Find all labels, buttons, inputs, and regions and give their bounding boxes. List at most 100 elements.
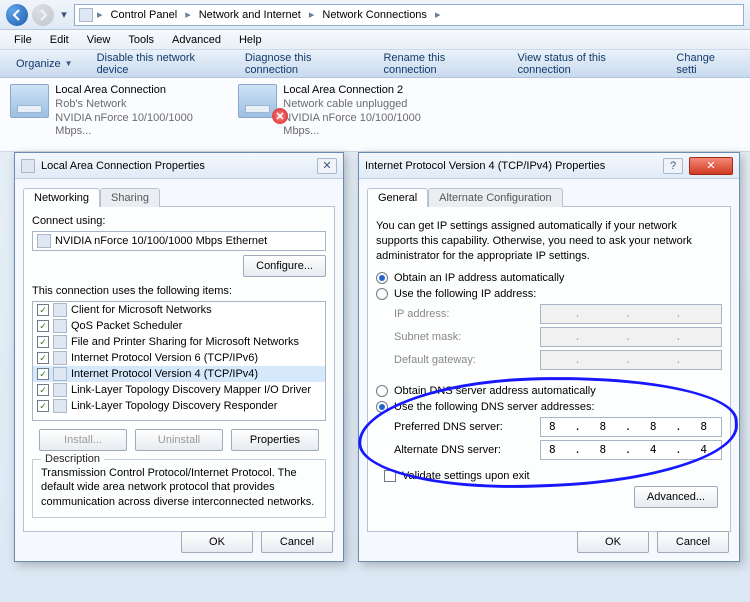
dialog-title: Internet Protocol Version 4 (TCP/IPv4) P… xyxy=(365,160,605,172)
help-button[interactable]: ? xyxy=(663,158,683,174)
connection-name: Local Area Connection xyxy=(55,84,220,98)
adapter-field: NVIDIA nForce 10/100/1000 Mbps Ethernet xyxy=(32,231,326,251)
tab-alternate-config[interactable]: Alternate Configuration xyxy=(428,188,563,207)
ok-button[interactable]: OK xyxy=(577,531,649,553)
connection-status: Rob's Network xyxy=(55,98,220,112)
breadcrumb[interactable]: Network and Internet xyxy=(195,9,305,21)
list-item-label: Link-Layer Topology Discovery Mapper I/O… xyxy=(71,384,311,396)
disable-device-button[interactable]: Disable this network device xyxy=(91,50,227,78)
protocol-icon xyxy=(53,351,67,365)
breadcrumb[interactable]: Control Panel xyxy=(107,9,182,21)
description-title: Description xyxy=(41,453,104,465)
view-status-button[interactable]: View status of this connection xyxy=(511,50,658,78)
list-item[interactable]: ✓ File and Printer Sharing for Microsoft … xyxy=(33,334,325,350)
radio-icon xyxy=(376,401,388,413)
install-button[interactable]: Install... xyxy=(39,429,127,451)
list-item-label: Internet Protocol Version 6 (TCP/IPv6) xyxy=(71,352,258,364)
uninstall-button[interactable]: Uninstall xyxy=(135,429,223,451)
list-item[interactable]: ✓ Link-Layer Topology Discovery Responder xyxy=(33,398,325,414)
preferred-dns-input[interactable]: 8 . 8 . 8 . 8 xyxy=(540,417,722,437)
close-button[interactable]: ✕ xyxy=(317,158,337,174)
network-adapter-icon xyxy=(10,84,49,118)
network-icon xyxy=(79,8,93,22)
cancel-button[interactable]: Cancel xyxy=(657,531,729,553)
checkbox-icon[interactable]: ✓ xyxy=(37,352,49,364)
list-item[interactable]: ✓ Link-Layer Topology Discovery Mapper I/… xyxy=(33,382,325,398)
connections-list: Local Area Connection Rob's Network NVID… xyxy=(0,78,750,152)
nav-history-dropdown[interactable]: ▾ xyxy=(58,4,70,26)
address-bar[interactable]: ▸ Control Panel ▸ Network and Internet ▸… xyxy=(74,4,744,26)
connection-adapter: NVIDIA nForce 10/100/1000 Mbps... xyxy=(283,112,448,140)
chevron-right-icon: ▸ xyxy=(97,8,103,21)
tab-networking[interactable]: Networking xyxy=(23,188,100,207)
radio-label: Use the following IP address: xyxy=(394,288,536,300)
network-icon xyxy=(21,159,35,173)
rename-button[interactable]: Rename this connection xyxy=(377,50,499,78)
menu-file[interactable]: File xyxy=(6,32,40,48)
change-settings-button[interactable]: Change setti xyxy=(670,50,740,78)
menu-bar: File Edit View Tools Advanced Help xyxy=(0,30,750,50)
validate-checkbox-row[interactable]: ✓ Validate settings upon exit xyxy=(384,470,722,482)
nav-back-button[interactable] xyxy=(6,4,28,26)
checkbox-icon[interactable]: ✓ xyxy=(37,384,49,396)
adapter-name: NVIDIA nForce 10/100/1000 Mbps Ethernet xyxy=(55,235,267,247)
checkbox-icon[interactable]: ✓ xyxy=(37,400,49,412)
ip-address-input: . . . xyxy=(540,304,722,324)
subnet-input: . . . xyxy=(540,327,722,347)
connection-item[interactable]: Local Area Connection Rob's Network NVID… xyxy=(10,84,220,139)
breadcrumb[interactable]: Network Connections xyxy=(318,9,431,21)
diagnose-button[interactable]: Diagnose this connection xyxy=(239,50,366,78)
share-icon xyxy=(53,335,67,349)
intro-text: You can get IP settings assigned automat… xyxy=(376,219,722,264)
dialog-title: Local Area Connection Properties xyxy=(41,160,205,172)
properties-button[interactable]: Properties xyxy=(231,429,319,451)
list-item[interactable]: ✓Internet Protocol Version 4 (TCP/IPv4) xyxy=(33,366,325,382)
chevron-right-icon: ▸ xyxy=(309,8,315,21)
connection-status: Network cable unplugged xyxy=(283,98,448,112)
checkbox-icon[interactable]: ✓ xyxy=(37,336,49,348)
connect-using-label: Connect using: xyxy=(32,215,326,227)
gateway-label: Default gateway: xyxy=(394,354,534,366)
organize-menu[interactable]: Organize▼ xyxy=(10,56,79,72)
list-item-label: File and Printer Sharing for Microsoft N… xyxy=(71,336,299,348)
client-icon xyxy=(53,303,67,317)
radio-label: Obtain an IP address automatically xyxy=(394,272,564,284)
menu-advanced[interactable]: Advanced xyxy=(164,32,229,48)
preferred-dns-label: Preferred DNS server: xyxy=(394,421,534,433)
alternate-dns-input[interactable]: 8 . 8 . 4 . 4 xyxy=(540,440,722,460)
alternate-dns-label: Alternate DNS server: xyxy=(394,444,534,456)
configure-button[interactable]: Configure... xyxy=(243,255,326,277)
close-button[interactable]: ✕ xyxy=(689,157,733,175)
toolbar: Organize▼ Disable this network device Di… xyxy=(0,50,750,78)
menu-help[interactable]: Help xyxy=(231,32,270,48)
list-item-label: QoS Packet Scheduler xyxy=(71,320,182,332)
tab-general[interactable]: General xyxy=(367,188,428,207)
radio-ip-auto[interactable]: Obtain an IP address automatically xyxy=(376,272,722,284)
connection-item[interactable]: Local Area Connection 2 Network cable un… xyxy=(238,84,448,139)
checkbox-icon[interactable]: ✓ xyxy=(384,470,396,482)
advanced-button[interactable]: Advanced... xyxy=(634,486,718,508)
ok-button[interactable]: OK xyxy=(181,531,253,553)
list-item[interactable]: ✓ QoS Packet Scheduler xyxy=(33,318,325,334)
list-item-label: Link-Layer Topology Discovery Responder xyxy=(71,400,277,412)
menu-tools[interactable]: Tools xyxy=(120,32,162,48)
cancel-button[interactable]: Cancel xyxy=(261,531,333,553)
checkbox-icon[interactable]: ✓ xyxy=(37,304,49,316)
items-label: This connection uses the following items… xyxy=(32,285,326,297)
menu-view[interactable]: View xyxy=(79,32,119,48)
list-item[interactable]: ✓Client for Microsoft Networks xyxy=(33,302,325,318)
protocol-list[interactable]: ✓Client for Microsoft Networks ✓ QoS Pack… xyxy=(32,301,326,421)
radio-label: Use the following DNS server addresses: xyxy=(394,401,595,413)
gateway-input: . . . xyxy=(540,350,722,370)
radio-dns-auto[interactable]: Obtain DNS server address automatically xyxy=(376,385,722,397)
list-item[interactable]: ✓ Internet Protocol Version 6 (TCP/IPv6) xyxy=(33,350,325,366)
menu-edit[interactable]: Edit xyxy=(42,32,77,48)
checkbox-icon[interactable]: ✓ xyxy=(37,320,49,332)
radio-dns-manual[interactable]: Use the following DNS server addresses: xyxy=(376,401,722,413)
checkbox-icon[interactable]: ✓ xyxy=(37,368,49,380)
tab-sharing[interactable]: Sharing xyxy=(100,188,160,207)
connection-name: Local Area Connection 2 xyxy=(283,84,448,98)
lltd-icon xyxy=(53,383,67,397)
radio-ip-manual[interactable]: Use the following IP address: xyxy=(376,288,722,300)
adapter-icon xyxy=(37,234,51,248)
